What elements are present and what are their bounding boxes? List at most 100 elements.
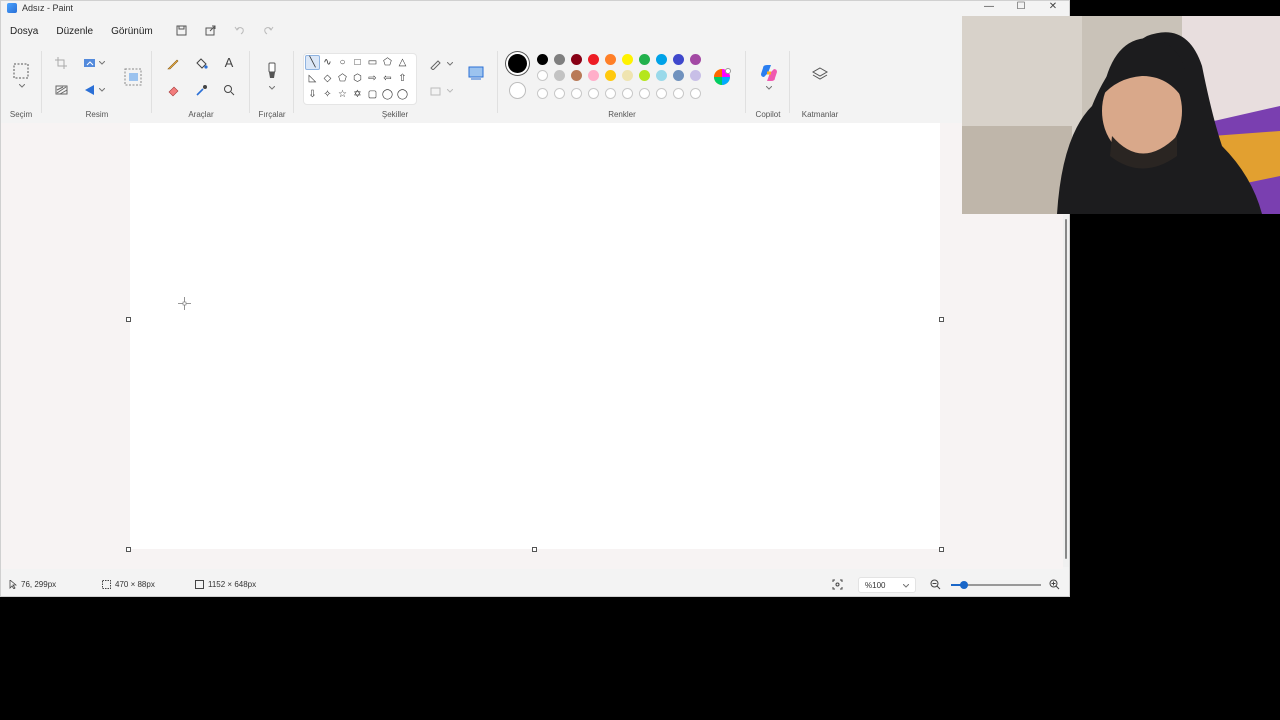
chevron-down-icon[interactable] bbox=[445, 82, 455, 100]
custom-color-slot[interactable] bbox=[588, 88, 599, 99]
shape-oval[interactable]: ○ bbox=[335, 55, 350, 70]
zoom-slider[interactable] bbox=[951, 581, 1041, 589]
custom-color-slot[interactable] bbox=[571, 88, 582, 99]
color-swatch[interactable] bbox=[605, 54, 616, 65]
undo-icon[interactable] bbox=[225, 21, 254, 43]
fit-to-window-icon[interactable] bbox=[832, 579, 843, 590]
shape-arrow-right[interactable]: ⇨ bbox=[365, 71, 380, 86]
pencil-icon[interactable] bbox=[164, 54, 182, 72]
shape-arrow-up[interactable]: ⇧ bbox=[395, 71, 410, 86]
shape-star-five[interactable]: ☆ bbox=[335, 87, 350, 102]
zoom-select[interactable]: %100 bbox=[858, 577, 916, 593]
shape-triangle[interactable]: △ bbox=[395, 55, 410, 70]
custom-color-slot[interactable] bbox=[656, 88, 667, 99]
color-swatch[interactable] bbox=[554, 54, 565, 65]
menu-file[interactable]: Dosya bbox=[1, 21, 47, 43]
chevron-down-icon[interactable] bbox=[445, 55, 455, 73]
color-swatch[interactable] bbox=[571, 70, 582, 81]
menu-view[interactable]: Görünüm bbox=[102, 21, 162, 43]
color-swatch[interactable] bbox=[690, 70, 701, 81]
color-swatch[interactable] bbox=[622, 54, 633, 65]
layers-icon[interactable] bbox=[811, 65, 829, 83]
custom-color-slot[interactable] bbox=[622, 88, 633, 99]
shape-fill-icon[interactable] bbox=[465, 63, 487, 83]
shape-diamond[interactable]: ◇ bbox=[320, 71, 335, 86]
chevron-down-icon[interactable] bbox=[263, 83, 281, 93]
color-swatch[interactable] bbox=[588, 70, 599, 81]
color-swatch[interactable] bbox=[588, 54, 599, 65]
save-icon[interactable] bbox=[162, 21, 196, 43]
primary-color-swatch[interactable] bbox=[508, 54, 527, 73]
scrollbar-thumb[interactable] bbox=[1065, 219, 1067, 559]
fill-style-icon[interactable] bbox=[427, 82, 445, 100]
color-swatch[interactable] bbox=[537, 70, 548, 81]
menu-edit[interactable]: Düzenle bbox=[47, 21, 102, 43]
chevron-down-icon[interactable] bbox=[760, 83, 778, 93]
shape-pentagon[interactable]: ⬠ bbox=[335, 71, 350, 86]
chevron-down-icon[interactable] bbox=[97, 81, 107, 99]
image-select-icon[interactable] bbox=[123, 67, 143, 87]
resize-handle-bottom-left[interactable] bbox=[126, 547, 131, 552]
shape-rounded-rectangle[interactable]: ▭ bbox=[365, 55, 380, 70]
brush-icon[interactable] bbox=[263, 61, 281, 81]
shape-callout-oval[interactable]: ◯ bbox=[380, 87, 395, 102]
color-swatch[interactable] bbox=[554, 70, 565, 81]
color-picker-icon[interactable] bbox=[192, 81, 210, 99]
share-icon[interactable] bbox=[196, 21, 225, 43]
text-tool-icon[interactable]: A bbox=[220, 53, 238, 71]
copilot-icon[interactable] bbox=[759, 63, 779, 83]
drawing-canvas[interactable] bbox=[130, 123, 940, 549]
custom-color-slot[interactable] bbox=[690, 88, 701, 99]
rectangle-select-icon[interactable] bbox=[11, 61, 31, 81]
secondary-color-swatch[interactable] bbox=[509, 82, 526, 99]
resize-handle-right[interactable] bbox=[939, 317, 944, 322]
color-swatch[interactable] bbox=[690, 54, 701, 65]
shape-polygon[interactable]: ⬠ bbox=[380, 55, 395, 70]
zoom-slider-knob[interactable] bbox=[960, 581, 968, 589]
shape-rectangle[interactable]: □ bbox=[350, 55, 365, 70]
custom-color-slot[interactable] bbox=[605, 88, 616, 99]
redo-icon[interactable] bbox=[254, 21, 283, 43]
maximize-button[interactable]: ☐ bbox=[1011, 1, 1031, 13]
fill-bucket-icon[interactable] bbox=[192, 54, 210, 72]
color-swatch[interactable] bbox=[639, 70, 650, 81]
color-swatch[interactable] bbox=[656, 70, 667, 81]
vertical-scrollbar[interactable] bbox=[1063, 215, 1069, 567]
color-swatch[interactable] bbox=[639, 54, 650, 65]
close-button[interactable]: ✕ bbox=[1043, 1, 1063, 13]
shape-star-six[interactable]: ✡ bbox=[350, 87, 365, 102]
color-swatch[interactable] bbox=[537, 54, 548, 65]
resize-handle-bottom-right[interactable] bbox=[939, 547, 944, 552]
shape-arrow-left[interactable]: ⇦ bbox=[380, 71, 395, 86]
edit-colors-icon[interactable] bbox=[713, 68, 731, 86]
crop-icon[interactable] bbox=[52, 54, 70, 72]
resize-handle-bottom[interactable] bbox=[532, 547, 537, 552]
custom-color-slot[interactable] bbox=[639, 88, 650, 99]
background-remove-icon[interactable] bbox=[52, 81, 70, 99]
custom-color-slot[interactable] bbox=[537, 88, 548, 99]
zoom-in-icon[interactable] bbox=[1049, 579, 1060, 590]
custom-color-slot[interactable] bbox=[554, 88, 565, 99]
color-swatch[interactable] bbox=[605, 70, 616, 81]
shape-callout-rect[interactable]: ▢ bbox=[365, 87, 380, 102]
outline-icon[interactable] bbox=[427, 55, 445, 73]
chevron-down-icon[interactable] bbox=[97, 54, 107, 72]
shape-arrow-down[interactable]: ⇩ bbox=[305, 87, 320, 102]
color-swatch[interactable] bbox=[622, 70, 633, 81]
color-swatch[interactable] bbox=[673, 54, 684, 65]
shape-star-four[interactable]: ✧ bbox=[320, 87, 335, 102]
shape-hexagon[interactable]: ⬡ bbox=[350, 71, 365, 86]
eraser-icon[interactable] bbox=[164, 81, 182, 99]
zoom-out-icon[interactable] bbox=[930, 579, 941, 590]
color-swatch[interactable] bbox=[673, 70, 684, 81]
chevron-down-icon[interactable] bbox=[13, 81, 31, 91]
shape-curve[interactable]: ∿ bbox=[320, 55, 335, 70]
color-swatch[interactable] bbox=[571, 54, 582, 65]
magnifier-icon[interactable] bbox=[220, 81, 238, 99]
shape-line[interactable]: ╲ bbox=[305, 55, 320, 70]
custom-color-slot[interactable] bbox=[673, 88, 684, 99]
shape-callout-cloud[interactable]: ◯ bbox=[395, 87, 410, 102]
minimize-button[interactable]: — bbox=[979, 1, 999, 13]
resize-handle-left[interactable] bbox=[126, 317, 131, 322]
color-swatch[interactable] bbox=[656, 54, 667, 65]
